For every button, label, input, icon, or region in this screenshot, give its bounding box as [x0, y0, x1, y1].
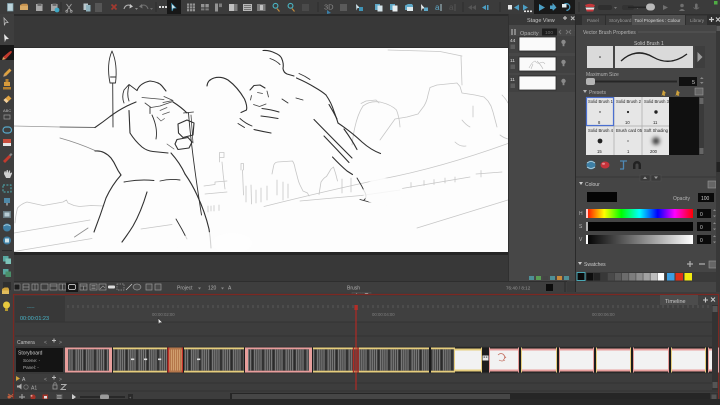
svg-text:00:00:01:23: 00:00:01:23	[20, 316, 49, 322]
svg-text:Maximum Size: Maximum Size	[586, 72, 619, 78]
svg-text:Vector Brush Properties: Vector Brush Properties	[583, 30, 636, 36]
svg-text:-----: -----	[27, 305, 35, 310]
svg-text:Solid Brush 4: Solid Brush 4	[588, 128, 614, 133]
svg-text:10: 10	[625, 120, 630, 125]
svg-text:a: a	[449, 3, 454, 12]
svg-text:0: 0	[700, 225, 703, 231]
svg-text:Soft Shading: Soft Shading	[644, 128, 669, 133]
svg-text:Timeline: Timeline	[665, 299, 686, 305]
svg-text:3D: 3D	[324, 3, 334, 12]
svg-text:Brush card 05: Brush card 05	[616, 128, 643, 133]
svg-text:00:00:06:00: 00:00:06:00	[592, 312, 615, 317]
svg-text:76:40 / 8:12: 76:40 / 8:12	[506, 286, 531, 291]
svg-text:<: <	[44, 377, 47, 383]
svg-text:a: a	[435, 3, 440, 12]
svg-text:>: >	[59, 377, 62, 383]
svg-text:Panel: Panel	[587, 18, 599, 23]
svg-text:11: 11	[510, 58, 515, 64]
svg-text:Storyboard: Storyboard	[609, 18, 632, 23]
svg-text:ABC: ABC	[3, 108, 11, 113]
svg-text:100: 100	[701, 196, 710, 202]
svg-text:Opacity: Opacity	[673, 196, 690, 202]
svg-text:Storyboard: Storyboard	[18, 351, 43, 357]
svg-text:Stage View: Stage View	[527, 18, 555, 24]
svg-text:Panel: -: Panel: -	[23, 365, 39, 370]
svg-text:>: >	[59, 340, 62, 346]
svg-text:00:00:04:00: 00:00:04:00	[372, 312, 395, 317]
svg-text:S: S	[579, 224, 583, 230]
svg-text:Solid Brush 3: Solid Brush 3	[644, 99, 670, 104]
svg-text:V: V	[579, 237, 583, 243]
svg-text:100: 100	[545, 30, 553, 36]
svg-text:15: 15	[597, 149, 602, 154]
svg-text:Scene: -: Scene: -	[23, 358, 41, 363]
svg-text:Presets: Presets	[589, 90, 606, 96]
svg-text:Brush: Brush	[347, 286, 360, 292]
svg-text:0: 0	[700, 212, 703, 218]
svg-text:Solid Brush 2: Solid Brush 2	[616, 99, 642, 104]
svg-text:Library: Library	[690, 18, 705, 23]
svg-text:H: H	[579, 211, 583, 217]
svg-text:200: 200	[650, 149, 658, 154]
svg-text:5: 5	[692, 80, 695, 86]
svg-text:44: 44	[510, 38, 516, 44]
svg-text:0: 0	[700, 238, 703, 244]
svg-text:A1: A1	[31, 386, 37, 392]
svg-text:Tool Properties : Colour: Tool Properties : Colour	[635, 18, 681, 23]
svg-text:Colour: Colour	[585, 182, 600, 188]
svg-text:<: <	[44, 340, 47, 346]
svg-text:11: 11	[510, 77, 515, 83]
svg-text:120: 120	[208, 286, 217, 292]
svg-text:Project: Project	[177, 286, 193, 292]
svg-text:Solid Brush 1: Solid Brush 1	[588, 99, 614, 104]
svg-text:11: 11	[653, 120, 658, 125]
svg-text:Camera: Camera	[17, 340, 35, 346]
svg-text:Swatches: Swatches	[584, 262, 606, 268]
svg-text:A: A	[228, 286, 232, 292]
svg-text:00:00:02:00: 00:00:02:00	[152, 312, 175, 317]
